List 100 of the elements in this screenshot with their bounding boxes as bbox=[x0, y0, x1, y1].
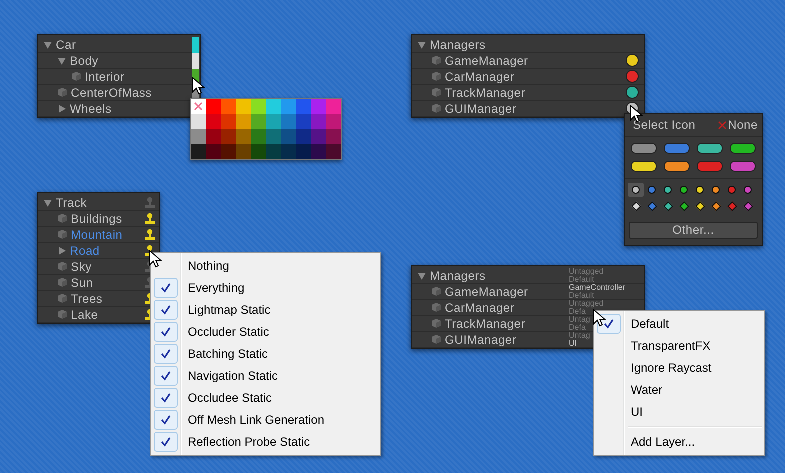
color-swatch[interactable] bbox=[266, 144, 281, 159]
expand-arrow-icon[interactable] bbox=[44, 40, 52, 48]
object-name[interactable]: CenterOfMass bbox=[71, 86, 152, 100]
color-swatch[interactable] bbox=[251, 99, 266, 114]
color-swatch[interactable] bbox=[281, 129, 296, 144]
color-swatch[interactable] bbox=[326, 99, 341, 114]
color-swatch[interactable] bbox=[236, 99, 251, 114]
color-swatch[interactable] bbox=[206, 99, 221, 114]
object-name[interactable]: GUIManager bbox=[445, 332, 517, 346]
color-swatch[interactable] bbox=[296, 129, 311, 144]
color-swatch[interactable] bbox=[221, 144, 236, 159]
color-swatch[interactable] bbox=[266, 99, 281, 114]
no-color-swatch[interactable] bbox=[191, 99, 206, 114]
color-tag[interactable] bbox=[192, 53, 199, 69]
color-swatch[interactable] bbox=[206, 129, 221, 144]
menu-item[interactable]: Navigation Static bbox=[153, 365, 378, 387]
none-option[interactable]: None bbox=[718, 118, 758, 132]
tag-label[interactable]: GameController bbox=[569, 284, 644, 292]
label-icon-option[interactable] bbox=[697, 143, 723, 154]
color-swatch[interactable] bbox=[191, 114, 206, 129]
expand-arrow-icon[interactable] bbox=[58, 56, 66, 64]
menu-item[interactable]: Off Mesh Link Generation bbox=[153, 409, 378, 431]
color-swatch[interactable] bbox=[236, 144, 251, 159]
color-swatch[interactable] bbox=[191, 129, 206, 144]
menu-item[interactable]: Batching Static bbox=[153, 343, 378, 365]
object-name[interactable]: GameManager bbox=[445, 54, 528, 68]
color-swatch[interactable] bbox=[221, 114, 236, 129]
color-swatch[interactable] bbox=[251, 144, 266, 159]
object-name[interactable]: TrackManager bbox=[445, 316, 526, 330]
color-swatch[interactable] bbox=[266, 114, 281, 129]
color-tag[interactable] bbox=[192, 37, 199, 53]
expand-arrow-icon[interactable] bbox=[58, 246, 66, 254]
color-swatch[interactable] bbox=[296, 114, 311, 129]
object-name[interactable]: GUIManager bbox=[445, 102, 517, 116]
object-name[interactable]: TrackManager bbox=[445, 86, 526, 100]
icon-dot[interactable] bbox=[626, 86, 639, 99]
icon-dot[interactable] bbox=[626, 54, 639, 67]
menu-item[interactable]: Add Layer... bbox=[596, 431, 762, 453]
color-swatch[interactable] bbox=[206, 144, 221, 159]
color-swatch[interactable] bbox=[281, 114, 296, 129]
object-name[interactable]: Road bbox=[70, 244, 100, 258]
menu-item[interactable]: Ignore Raycast bbox=[596, 357, 762, 379]
color-swatch[interactable] bbox=[296, 144, 311, 159]
object-name[interactable]: Lake bbox=[71, 308, 98, 322]
object-name[interactable]: Body bbox=[70, 54, 99, 68]
object-name[interactable]: Wheels bbox=[70, 102, 112, 116]
color-swatch[interactable] bbox=[326, 114, 341, 129]
color-swatch[interactable] bbox=[206, 114, 221, 129]
color-swatch[interactable] bbox=[236, 114, 251, 129]
label-icon-option[interactable] bbox=[664, 161, 690, 172]
menu-item[interactable]: Reflection Probe Static bbox=[153, 431, 378, 453]
color-swatch[interactable] bbox=[221, 129, 236, 144]
color-swatch[interactable] bbox=[296, 99, 311, 114]
figure-icon[interactable] bbox=[144, 212, 156, 224]
object-name[interactable]: Sky bbox=[71, 260, 92, 274]
color-swatch[interactable] bbox=[266, 129, 281, 144]
object-name[interactable]: Interior bbox=[85, 70, 125, 84]
object-name[interactable]: Mountain bbox=[71, 228, 123, 242]
color-swatch[interactable] bbox=[326, 144, 341, 159]
menu-item[interactable]: Occludee Static bbox=[153, 387, 378, 409]
expand-arrow-icon[interactable] bbox=[58, 104, 66, 112]
menu-item[interactable]: Water bbox=[596, 379, 762, 401]
cube-icon bbox=[58, 214, 67, 223]
object-name[interactable]: Track bbox=[56, 196, 88, 210]
dot-icon-option[interactable] bbox=[628, 183, 644, 197]
icon-dot[interactable] bbox=[626, 70, 639, 83]
object-name[interactable]: Managers bbox=[430, 268, 486, 282]
label-icon-option[interactable] bbox=[631, 143, 657, 154]
object-name[interactable]: Trees bbox=[71, 292, 103, 306]
object-name[interactable]: CarManager bbox=[445, 70, 515, 84]
menu-item[interactable]: Everything bbox=[153, 277, 378, 299]
color-swatch[interactable] bbox=[311, 144, 326, 159]
expand-arrow-icon[interactable] bbox=[44, 198, 52, 206]
object-name[interactable]: Managers bbox=[430, 38, 486, 52]
label-icon-option[interactable] bbox=[631, 161, 657, 172]
color-swatch[interactable] bbox=[311, 114, 326, 129]
menu-item[interactable]: Occluder Static bbox=[153, 321, 378, 343]
color-swatch[interactable] bbox=[251, 129, 266, 144]
color-swatch[interactable] bbox=[221, 99, 236, 114]
color-swatch[interactable] bbox=[281, 144, 296, 159]
label-icon-option[interactable] bbox=[730, 143, 756, 154]
object-name[interactable]: Buildings bbox=[71, 212, 122, 226]
color-swatch[interactable] bbox=[311, 129, 326, 144]
expand-arrow-icon[interactable] bbox=[418, 272, 426, 280]
menu-item[interactable]: Lightmap Static bbox=[153, 299, 378, 321]
object-name[interactable]: Sun bbox=[71, 276, 94, 290]
object-name[interactable]: CarManager bbox=[445, 300, 515, 314]
menu-item[interactable]: UI bbox=[596, 401, 762, 423]
color-swatch[interactable] bbox=[191, 144, 206, 159]
object-name[interactable]: Car bbox=[56, 38, 76, 52]
color-swatch[interactable] bbox=[311, 99, 326, 114]
other-button[interactable]: Other... bbox=[629, 222, 758, 239]
figure-icon[interactable] bbox=[144, 228, 156, 240]
color-swatch[interactable] bbox=[326, 129, 341, 144]
color-swatch[interactable] bbox=[236, 129, 251, 144]
expand-arrow-icon[interactable] bbox=[418, 40, 426, 48]
object-name[interactable]: GameManager bbox=[445, 284, 528, 298]
color-swatch[interactable] bbox=[281, 99, 296, 114]
menu-item[interactable]: TransparentFX bbox=[596, 335, 762, 357]
color-swatch[interactable] bbox=[251, 114, 266, 129]
